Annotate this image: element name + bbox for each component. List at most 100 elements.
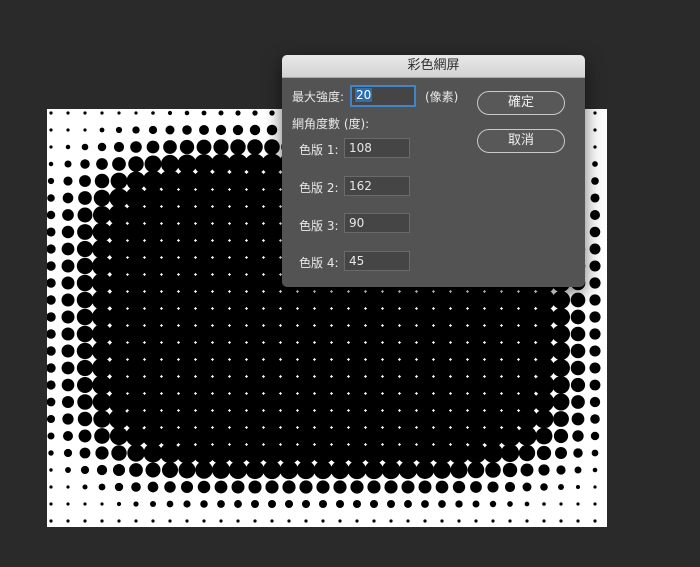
halftone-dot: [230, 139, 246, 155]
halftone-dot: [401, 480, 415, 494]
halftone-dot: [270, 519, 274, 523]
halftone-dot: [318, 499, 328, 509]
halftone-dot: [321, 519, 325, 523]
halftone-dot: [76, 308, 94, 326]
halftone-dot: [591, 449, 599, 457]
halftone-dot: [536, 445, 552, 461]
halftone-dot: [144, 155, 162, 173]
halftone-dot: [61, 293, 75, 307]
cancel-button[interactable]: 取消: [477, 129, 565, 153]
halftone-dot: [553, 411, 569, 427]
halftone-dot: [551, 341, 571, 361]
halftone-dot: [66, 485, 70, 489]
color-halftone-dialog: 彩色網屏 最大強度: 20 (像素) 網角度數 (度): 色版 1: 108 色…: [282, 55, 585, 287]
halftone-dot: [217, 500, 225, 508]
halftone-dot: [553, 428, 569, 444]
halftone-dot: [483, 443, 503, 463]
halftone-dot: [96, 158, 108, 170]
halftone-dot: [589, 277, 601, 289]
halftone-dot: [235, 110, 241, 116]
halftone-dot: [551, 290, 571, 310]
halftone-dot: [435, 480, 449, 494]
halftone-dot: [265, 480, 279, 494]
channel-3-input[interactable]: 90: [344, 213, 410, 233]
halftone-dot: [450, 461, 468, 479]
halftone-dot: [264, 139, 280, 155]
halftone-dot: [576, 519, 580, 523]
halftone-dot: [313, 460, 333, 480]
halftone-dot: [589, 243, 601, 255]
ok-button[interactable]: 確定: [477, 91, 565, 115]
halftone-dot: [491, 519, 495, 523]
halftone-dot: [589, 379, 601, 391]
halftone-dot: [47, 346, 56, 356]
halftone-dot: [202, 519, 206, 523]
halftone-dot: [525, 519, 529, 523]
halftone-dot: [47, 194, 55, 202]
channel-4-input[interactable]: 45: [344, 251, 410, 271]
halftone-dot: [132, 126, 140, 134]
halftone-dot: [113, 141, 125, 153]
halftone-dot: [78, 191, 92, 205]
halftone-dot: [62, 209, 74, 221]
halftone-dot: [330, 460, 350, 480]
halftone-dot: [114, 482, 124, 492]
halftone-dot: [387, 500, 395, 508]
halftone-dot: [559, 519, 563, 523]
halftone-dot: [49, 468, 53, 472]
halftone-dot: [66, 519, 70, 523]
halftone-dot: [77, 224, 93, 240]
halftone-dot: [183, 500, 191, 508]
halftone-dot: [76, 257, 94, 275]
channel-2-input[interactable]: 162: [344, 176, 410, 196]
halftone-dot: [555, 447, 567, 459]
halftone-dot: [93, 189, 111, 207]
halftone-dot: [185, 519, 189, 523]
halftone-dot: [572, 430, 584, 442]
halftone-dot: [112, 463, 126, 477]
halftone-dot: [570, 343, 586, 359]
halftone-dot: [130, 141, 142, 153]
halftone-dot: [542, 519, 546, 523]
halftone-dot: [96, 464, 108, 476]
halftone-dot: [61, 327, 75, 341]
halftone-dot: [542, 502, 546, 506]
halftone-dot: [440, 519, 444, 523]
halftone-dot: [49, 502, 53, 506]
halftone-dot: [95, 446, 109, 460]
halftone-dot: [590, 210, 600, 220]
halftone-dot: [570, 360, 586, 376]
halftone-dot: [508, 519, 512, 523]
halftone-dot: [63, 176, 73, 186]
halftone-dot: [109, 426, 129, 446]
halftone-dot: [333, 480, 347, 494]
halftone-dot: [83, 519, 87, 523]
halftone-dot: [590, 414, 600, 424]
max-radius-value: 20: [355, 88, 373, 102]
max-radius-input[interactable]: 20: [350, 85, 416, 107]
channel-1-input[interactable]: 108: [344, 138, 410, 158]
halftone-dot: [248, 480, 262, 494]
halftone-dot: [47, 244, 56, 254]
halftone-dot: [116, 501, 122, 507]
halftone-dot: [49, 145, 53, 149]
halftone-dot: [78, 429, 92, 443]
halftone-dot: [76, 291, 94, 309]
halftone-dot: [338, 519, 342, 523]
halftone-dot: [576, 502, 580, 506]
halftone-dot: [145, 462, 161, 478]
halftone-dot: [200, 500, 208, 508]
halftone-dot: [296, 460, 316, 480]
channel-2-label: 色版 2:: [299, 181, 339, 195]
halftone-dot: [218, 110, 224, 116]
halftone-dot: [47, 312, 56, 322]
halftone-dot: [253, 519, 257, 523]
halftone-dot: [97, 142, 107, 152]
halftone-dot: [168, 519, 172, 523]
halftone-dot: [520, 463, 534, 477]
channel-1-label: 色版 1:: [299, 143, 339, 157]
halftone-dot: [131, 482, 141, 492]
halftone-dot: [570, 326, 586, 342]
halftone-dot: [61, 344, 75, 358]
halftone-dot: [212, 461, 230, 479]
